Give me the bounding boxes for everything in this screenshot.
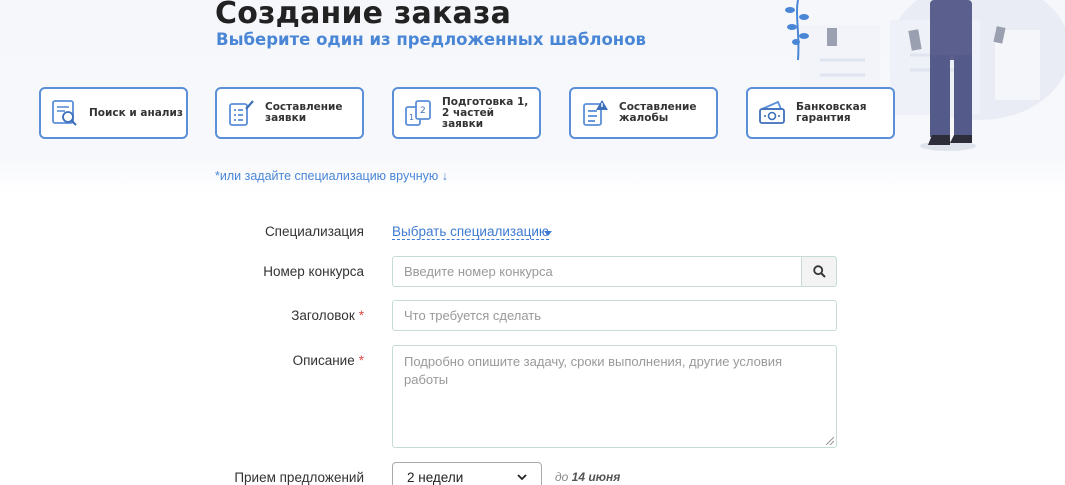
heading-label: Заголовок * xyxy=(214,308,364,323)
template-card-parts[interactable]: 1 2 Подготовка 1, 2 частей заявки xyxy=(392,87,541,139)
complaint-warning-icon xyxy=(583,100,608,126)
template-card-complaint[interactable]: Составление жалобы xyxy=(569,87,718,139)
specialization-label: Специализация xyxy=(264,224,364,239)
template-label: Подготовка 1, 2 частей заявки xyxy=(442,95,529,130)
search-analysis-icon xyxy=(52,100,77,126)
heading-input[interactable]: Что требуется сделать xyxy=(392,300,837,331)
template-label: Составление заявки xyxy=(265,101,343,124)
page-subtitle: Выберите один из предложенных шаблонов xyxy=(216,30,646,49)
heading-placeholder: Что требуется сделать xyxy=(404,308,541,323)
template-label: Банковская гарантия xyxy=(796,101,867,124)
deadline-date: 14 июня xyxy=(571,470,621,484)
svg-text:1: 1 xyxy=(409,113,414,122)
heading-label-text: Заголовок xyxy=(291,308,355,323)
offers-period-value: 2 недели xyxy=(407,470,464,485)
required-mark: * xyxy=(358,308,364,323)
template-label: Составление жалобы xyxy=(619,101,697,124)
tender-number-input[interactable]: Введите номер конкурса xyxy=(392,256,802,287)
caret-down-icon[interactable] xyxy=(544,231,552,236)
chevron-down-icon xyxy=(517,474,527,481)
offers-label: Прием предложений xyxy=(234,470,364,485)
choose-specialization-link[interactable]: Выбрать специализацию xyxy=(392,224,549,240)
offers-period-select[interactable]: 2 недели xyxy=(392,462,542,485)
tender-number-placeholder: Введите номер конкурса xyxy=(404,264,553,279)
template-card-bank-guarantee[interactable]: Банковская гарантия xyxy=(746,87,895,139)
numbered-docs-icon: 1 2 xyxy=(405,100,431,126)
description-textarea[interactable]: Подробно опишите задачу, сроки выполнени… xyxy=(392,345,837,448)
offers-deadline: до 14 июня xyxy=(555,470,620,484)
template-card-application[interactable]: Составление заявки xyxy=(215,87,364,139)
deadline-prefix: до xyxy=(555,470,569,484)
svg-text:2: 2 xyxy=(420,106,426,116)
description-label: Описание * xyxy=(214,353,364,368)
resize-handle[interactable] xyxy=(826,437,834,445)
manual-specialization-hint: *или задайте специализацию вручную ↓ xyxy=(215,169,448,183)
template-label: Поиск и анализ xyxy=(89,106,183,119)
page-title: Создание заказа xyxy=(215,0,512,31)
required-mark: * xyxy=(358,353,364,368)
bank-guarantee-icon xyxy=(759,100,785,124)
document-edit-icon xyxy=(229,100,254,126)
description-placeholder: Подробно опишите задачу, сроки выполнени… xyxy=(404,354,783,387)
description-label-text: Описание xyxy=(292,353,355,368)
search-icon xyxy=(812,265,826,278)
tender-number-label: Номер конкурса xyxy=(263,264,364,279)
search-tender-button[interactable] xyxy=(801,256,837,287)
template-card-search-analysis[interactable]: Поиск и анализ xyxy=(39,87,188,139)
